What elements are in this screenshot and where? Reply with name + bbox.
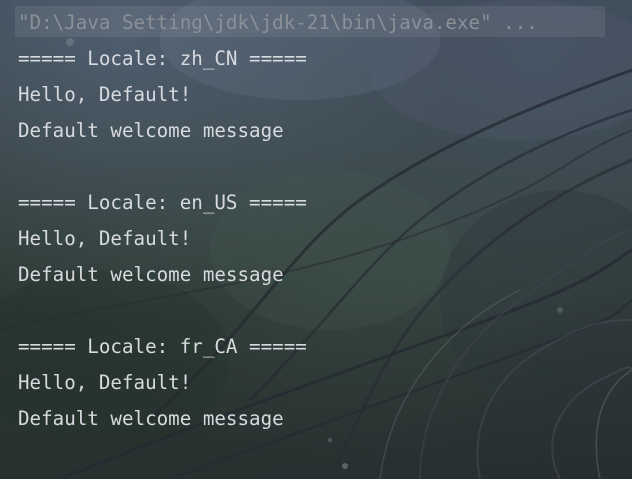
greeting-line: Hello, Default! [18, 227, 192, 250]
command-line[interactable]: "D:\Java Setting\jdk\jdk-21\bin\java.exe… [18, 8, 618, 44]
locale-header: ===== Locale: zh_CN ===== [18, 47, 307, 70]
greeting-line: Hello, Default! [18, 371, 192, 394]
run-console: "D:\Java Setting\jdk\jdk-21\bin\java.exe… [0, 0, 632, 479]
locale-header: ===== Locale: en_US ===== [18, 191, 307, 214]
locale-header: ===== Locale: fr_CA ===== [18, 335, 307, 358]
message-line: Default welcome message [18, 407, 284, 430]
console-output: "D:\Java Setting\jdk\jdk-21\bin\java.exe… [18, 8, 618, 440]
message-line: Default welcome message [18, 263, 284, 286]
message-line: Default welcome message [18, 119, 284, 142]
greeting-line: Hello, Default! [18, 83, 192, 106]
